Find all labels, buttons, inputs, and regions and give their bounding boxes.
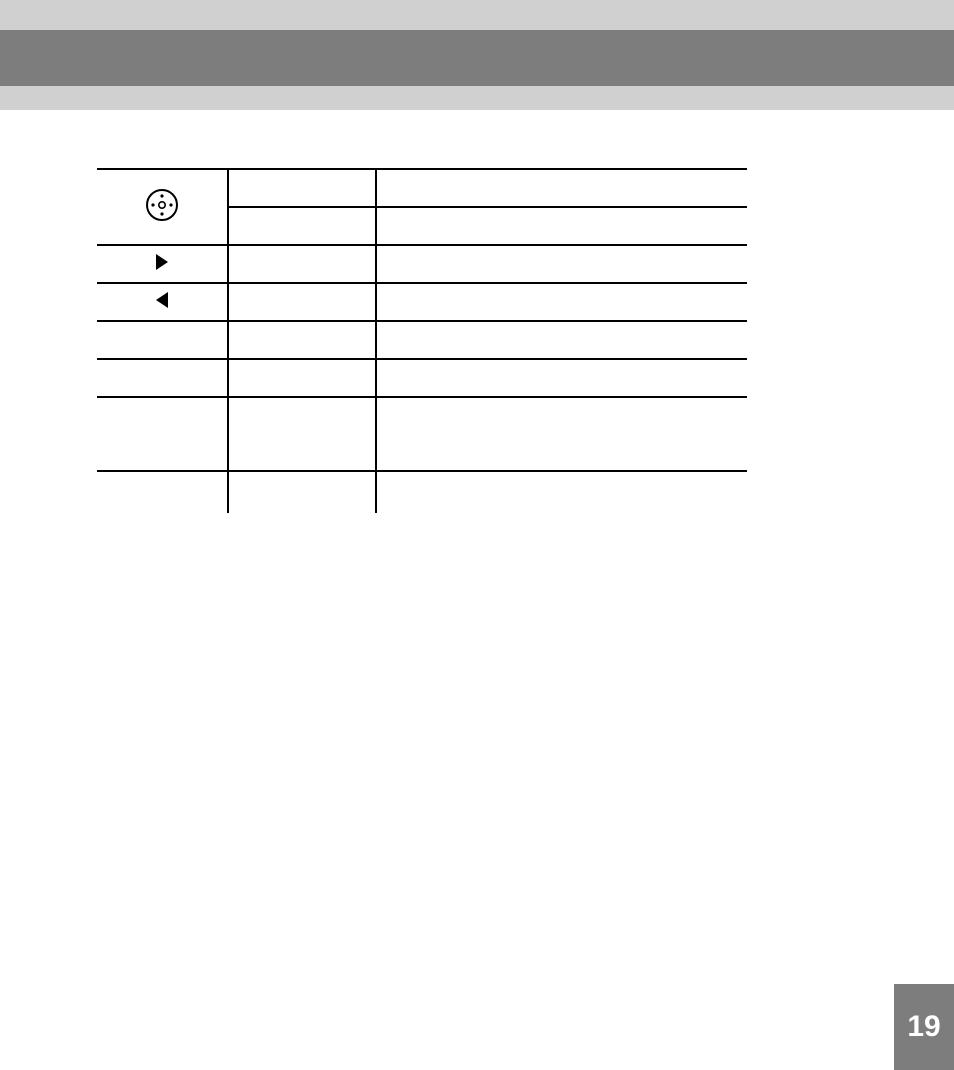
cell <box>375 321 747 359</box>
icon-cell <box>97 245 227 283</box>
movie-reel-icon <box>145 209 179 226</box>
table-column-divider-2 <box>375 168 377 513</box>
reference-table <box>97 168 747 472</box>
table-row <box>97 359 747 397</box>
cell <box>227 283 375 321</box>
cell <box>375 207 747 245</box>
cell <box>227 245 375 283</box>
header-dark-stripe <box>0 30 954 86</box>
icon-cell <box>97 359 227 397</box>
cell <box>375 245 747 283</box>
cell <box>375 169 747 207</box>
table-row <box>97 169 747 207</box>
play-left-icon <box>156 292 168 308</box>
table <box>97 168 747 472</box>
cell <box>375 283 747 321</box>
cell <box>227 397 375 471</box>
table-row <box>97 397 747 471</box>
table-column-divider-1 <box>227 168 229 513</box>
table-row <box>97 321 747 359</box>
table-row <box>97 245 747 283</box>
icon-cell <box>97 321 227 359</box>
cell <box>375 397 747 471</box>
cell <box>227 359 375 397</box>
icon-cell <box>97 169 227 245</box>
page-number-tab: 19 <box>894 984 954 1070</box>
page-number: 19 <box>907 1010 940 1044</box>
cell <box>227 169 375 207</box>
icon-cell <box>97 283 227 321</box>
table-row <box>97 283 747 321</box>
cell <box>227 321 375 359</box>
cell <box>375 359 747 397</box>
icon-cell <box>97 397 227 471</box>
play-right-icon <box>156 254 168 270</box>
cell <box>227 207 375 245</box>
